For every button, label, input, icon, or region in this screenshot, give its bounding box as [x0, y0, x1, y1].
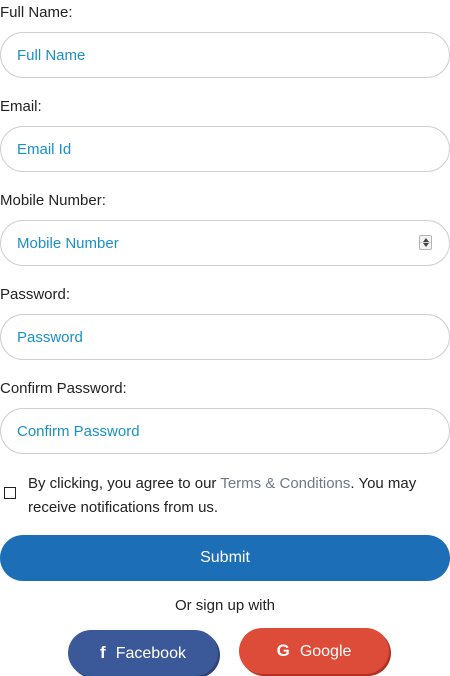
- full-name-input[interactable]: [0, 32, 450, 78]
- terms-text-before: By clicking, you agree to our: [28, 475, 221, 492]
- facebook-label: Facebook: [115, 645, 186, 662]
- confirm-password-label: Confirm Password:: [0, 380, 127, 397]
- email-label: Email:: [0, 98, 42, 115]
- google-label: Google: [299, 643, 352, 660]
- google-signup-button[interactable]: G Google: [239, 628, 389, 674]
- facebook-signup-button[interactable]: f Facebook: [68, 630, 218, 676]
- full-name-label: Full Name:: [0, 4, 73, 21]
- password-label: Password:: [0, 286, 71, 303]
- terms-link[interactable]: Terms & Conditions: [220, 475, 350, 492]
- email-input[interactable]: [0, 126, 450, 172]
- number-spinner[interactable]: [419, 235, 432, 250]
- google-icon: G: [276, 641, 290, 660]
- facebook-icon: f: [100, 643, 106, 662]
- submit-button[interactable]: Submit: [0, 535, 450, 581]
- confirm-password-input[interactable]: [0, 408, 450, 454]
- password-input[interactable]: [0, 314, 450, 360]
- mobile-number-label: Mobile Number:: [0, 192, 106, 209]
- terms-agreement-text: By clicking, you agree to our Terms & Co…: [28, 472, 438, 520]
- spinner-down-icon[interactable]: [423, 243, 429, 247]
- mobile-number-input[interactable]: [0, 220, 450, 266]
- or-sign-up-text: Or sign up with: [174, 597, 276, 614]
- terms-checkbox[interactable]: [4, 487, 16, 499]
